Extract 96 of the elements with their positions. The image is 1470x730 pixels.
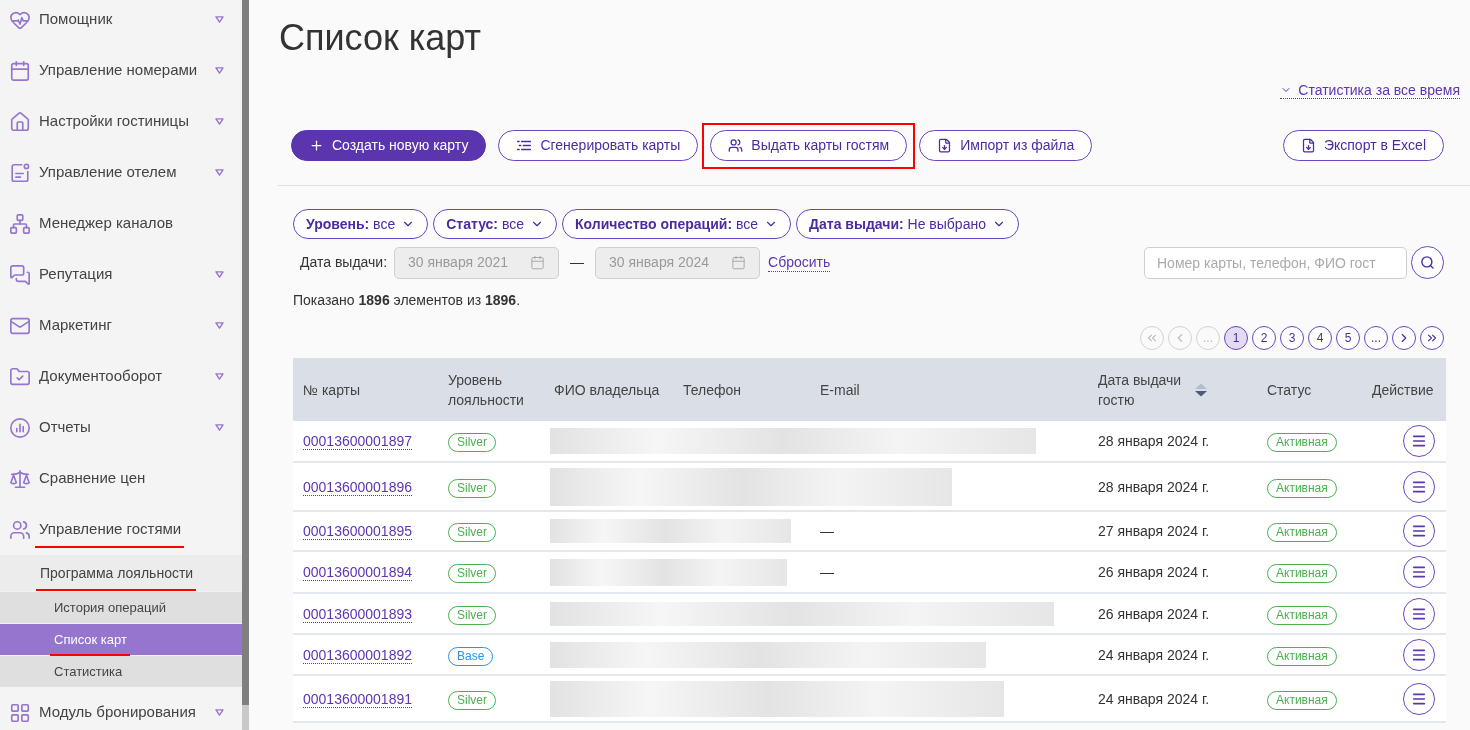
users-icon	[728, 138, 744, 153]
date-filter-label: Дата выдачи:	[300, 253, 388, 272]
row-menu-button[interactable]	[1403, 470, 1435, 503]
card-number-link[interactable]: 00013600001892	[303, 646, 412, 664]
generate-cards-button[interactable]: Сгенерировать карты	[498, 130, 699, 161]
double-chevron-right-icon	[1425, 331, 1439, 345]
row-menu-button[interactable]	[1403, 425, 1435, 457]
filter-dropdown[interactable]: Количество операций: все	[562, 209, 792, 239]
issue-date: 24 января 2024 г.	[1098, 690, 1210, 707]
search-field[interactable]: Номер карты, телефон, ФИО гост	[1144, 246, 1407, 279]
sidebar-subitem[interactable]: История операций	[0, 591, 242, 623]
menu-icon	[1411, 523, 1427, 539]
sidebar-item[interactable]: Документооборот	[0, 351, 242, 402]
column-header: № карты	[303, 380, 361, 400]
list-icon	[516, 139, 533, 152]
sidebar-item[interactable]: Сравнение цен	[0, 453, 242, 504]
row-menu-button[interactable]	[1403, 638, 1435, 671]
chat-bubbles-icon	[9, 263, 31, 286]
column-header: Статус	[1267, 380, 1312, 400]
file-download-icon	[1300, 138, 1316, 153]
column-header: ФИО владельца	[554, 380, 660, 400]
sort-icon[interactable]	[1194, 382, 1208, 397]
filter-dropdown[interactable]: Уровень: все	[293, 209, 429, 239]
row-menu-button[interactable]	[1403, 597, 1435, 630]
row-menu-button[interactable]	[1403, 556, 1435, 588]
page-button[interactable]: 1	[1224, 326, 1248, 350]
column-header: E-mail	[820, 380, 860, 400]
sidebar-subitem[interactable]: Список карт	[0, 623, 242, 655]
page-button[interactable]: 3	[1280, 326, 1304, 350]
calendar-icon	[731, 255, 747, 270]
sidebar-item[interactable]: Помощник	[0, 0, 242, 45]
calendar-icon	[9, 59, 31, 82]
sidebar-item[interactable]: Менеджер каналов	[0, 198, 242, 249]
file-download-icon	[937, 138, 953, 153]
double-chevron-left-icon	[1145, 331, 1159, 345]
row-menu-button[interactable]	[1403, 682, 1435, 715]
sidebar-subitem[interactable]: Статистика	[0, 655, 242, 687]
search-icon	[1420, 255, 1435, 270]
column-header: Уровень лояльности	[448, 370, 525, 410]
sidebar-item[interactable]: Управление отелем	[0, 147, 242, 198]
filter-dropdown[interactable]: Статус: все	[433, 209, 557, 239]
page-title: Список карт	[279, 16, 483, 60]
card-number-link[interactable]: 00013600001894	[303, 564, 412, 581]
users-icon	[9, 518, 31, 541]
column-header: Действие	[1372, 380, 1434, 400]
sidebar-item[interactable]: Управление номерами	[0, 45, 242, 96]
create-card-button[interactable]: Создать новую карту	[291, 130, 487, 161]
page-button[interactable]: 4	[1308, 326, 1332, 350]
page-button[interactable]: 5	[1336, 326, 1360, 350]
sidebar-item[interactable]: Маркетинг	[0, 300, 242, 351]
menu-icon	[1411, 433, 1427, 449]
next-page-button[interactable]	[1392, 326, 1416, 350]
folder-check-icon	[9, 365, 31, 388]
issue-date: 27 января 2024 г.	[1098, 523, 1210, 539]
issue-cards-button[interactable]: Выдать карты гостям	[710, 130, 908, 161]
card-number-link[interactable]: 00013600001891	[303, 690, 412, 708]
network-icon	[9, 212, 31, 235]
issue-date: 28 января 2024 г.	[1098, 478, 1210, 495]
issue-date: 28 января 2024 г.	[1098, 433, 1210, 449]
note-icon	[9, 161, 31, 184]
menu-icon	[1411, 564, 1427, 580]
import-file-button[interactable]: Импорт из файла	[919, 130, 1093, 161]
more-pages-button[interactable]: ...	[1364, 326, 1388, 350]
calendar-icon	[530, 255, 546, 270]
email-value: —	[820, 564, 834, 580]
date-separator: —	[570, 253, 585, 272]
card-number-link[interactable]: 00013600001895	[303, 523, 412, 540]
card-number-link[interactable]: 00013600001893	[303, 605, 412, 623]
row-menu-button[interactable]	[1403, 515, 1435, 547]
issue-date: 26 января 2024 г.	[1098, 564, 1210, 580]
card-number-link[interactable]: 00013600001896	[303, 478, 412, 496]
house-icon	[9, 110, 31, 133]
column-header: Телефон	[683, 380, 742, 400]
issue-date: 24 января 2024 г.	[1098, 646, 1210, 663]
sidebar-item[interactable]: Отчеты	[0, 402, 242, 453]
filter-dropdown[interactable]: Дата выдачи: Не выбрано	[796, 209, 1019, 239]
scale-icon	[9, 467, 31, 490]
column-header: Дата выдачи гостю	[1098, 370, 1183, 410]
last-page-button[interactable]	[1420, 326, 1444, 350]
sidebar-item[interactable]: Настройки гостиницы	[0, 96, 242, 147]
reset-link[interactable]: Сбросить	[768, 253, 831, 272]
export-excel-button[interactable]: Экспорт в Excel	[1282, 130, 1444, 161]
results-summary: Показано 1896 элементов из 1896.	[293, 292, 522, 308]
sidebar-item[interactable]: Управление гостями	[0, 504, 242, 555]
statistics-link[interactable]: Статистика за все время	[1280, 82, 1460, 99]
search-button[interactable]	[1411, 246, 1444, 279]
sidebar-item[interactable]: Модуль бронирования	[0, 687, 242, 730]
plus-icon	[309, 138, 324, 153]
card-number-link[interactable]: 00013600001897	[303, 433, 412, 450]
email-value: —	[820, 523, 834, 539]
grid-icon	[9, 701, 31, 724]
page-button[interactable]: 2	[1252, 326, 1276, 350]
sidebar-subitem[interactable]: Программа лояльности	[0, 555, 242, 591]
chart-circle-icon	[9, 416, 31, 439]
issue-date: 26 января 2024 г.	[1098, 605, 1210, 622]
sidebar-item[interactable]: Репутация	[0, 249, 242, 300]
